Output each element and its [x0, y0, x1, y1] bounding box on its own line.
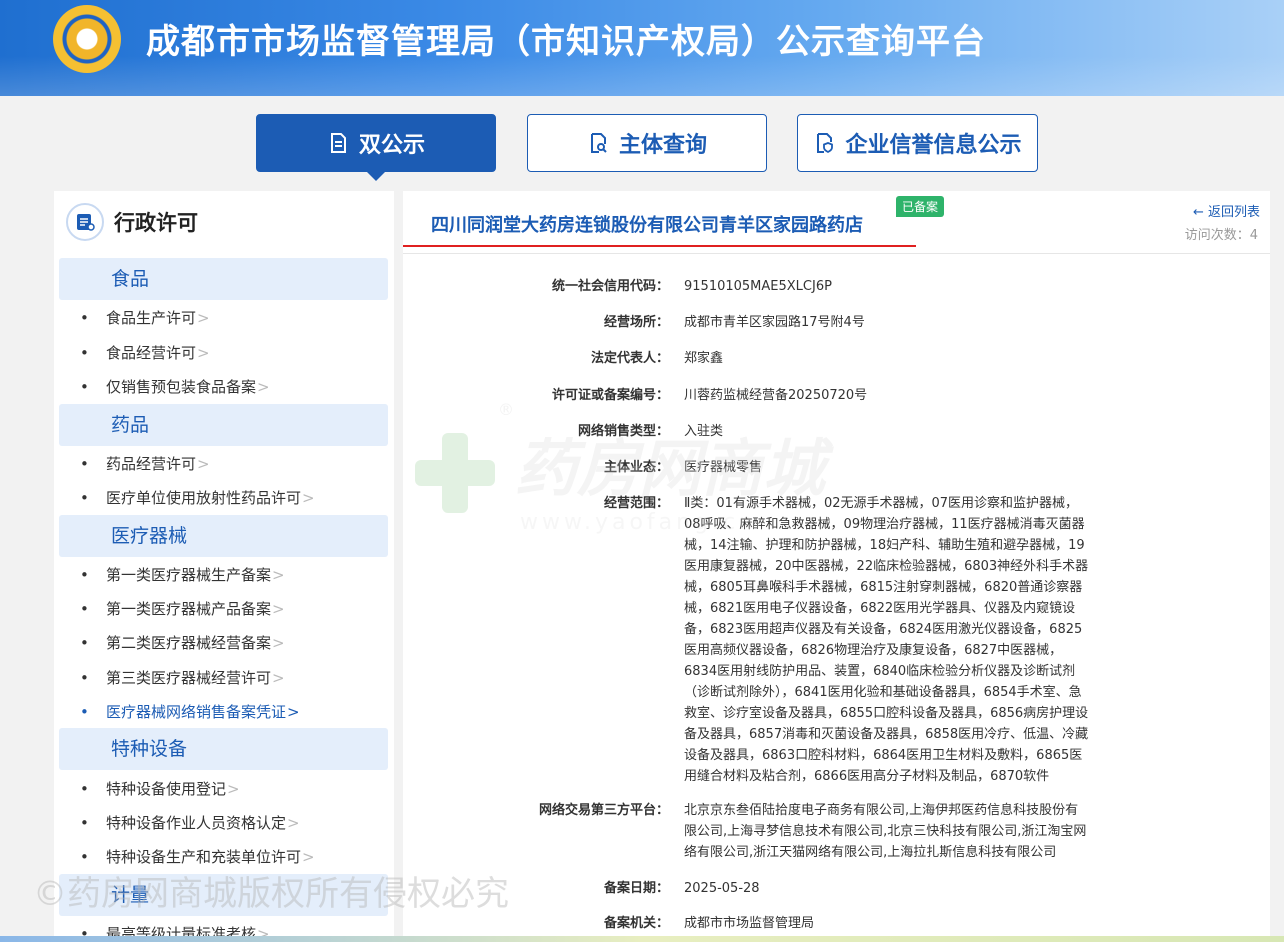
header-banner: 成都市市场监督管理局（市知识产权局）公示查询平台 — [0, 0, 1284, 96]
tab-entity-search[interactable]: 主体查询 — [527, 114, 767, 172]
detail-panel: 四川同润堂大药房连锁股份有限公司青羊区家园路药店 已备案 ← 返回列表 访问次数… — [403, 191, 1270, 942]
tab-label: 主体查询 — [618, 133, 707, 158]
field-value: 成都市青羊区家园路17号附4号 — [684, 315, 865, 330]
field-label: 经营场所： — [603, 315, 669, 330]
field-label: 备案日期： — [603, 881, 669, 896]
sidebar-category-drug[interactable]: 药品 — [59, 404, 388, 446]
field-value: 成都市市场监督管理局 — [684, 916, 815, 931]
city-logo-icon — [53, 5, 121, 73]
field-value: 郑家鑫 — [684, 351, 724, 366]
tab-label: 双公示 — [358, 133, 425, 158]
sidebar-item-radioactive-drug[interactable]: 医疗单位使用放射性药品许可> — [80, 488, 315, 508]
sidebar-item-class3-license[interactable]: 第三类医疗器械经营许可> — [80, 668, 285, 688]
field-label: 备案机关： — [603, 916, 669, 931]
sidebar-category-food[interactable]: 食品 — [59, 258, 388, 300]
field-value: 医疗器械零售 — [684, 460, 763, 475]
sidebar-item-food-business[interactable]: 食品经营许可> — [80, 343, 210, 363]
field-value: 川蓉药监械经营备20250720号 — [684, 388, 868, 403]
bottom-strip — [0, 936, 1284, 942]
document-icon — [330, 133, 346, 153]
field-value: 2025-05-28 — [684, 881, 760, 896]
field-value: 91510105MAE5XLCJ6P — [684, 279, 832, 294]
sidebar-item-production-filling-license[interactable]: 特种设备生产和充装单位许可> — [80, 847, 315, 867]
tab-credit-info[interactable]: 企业信誉信息公示 — [797, 114, 1038, 172]
sidebar-item-prepackaged-food[interactable]: 仅销售预包装食品备案> — [80, 377, 270, 397]
sidebar-category-metrology[interactable]: 计量 — [59, 874, 388, 916]
field-label: 许可证或备案编号： — [551, 388, 669, 403]
field-label: 主体业态： — [603, 460, 669, 475]
company-name: 四川同润堂大药房连锁股份有限公司青羊区家园路药店 — [431, 215, 863, 236]
field-label: 网络销售类型： — [577, 424, 669, 439]
sidebar-header: 行政许可 — [66, 203, 198, 241]
sidebar-item-operator-qualification[interactable]: 特种设备作业人员资格认定> — [80, 813, 300, 833]
title-underline — [403, 245, 916, 247]
sidebar: 行政许可 食品 食品生产许可> 食品经营许可> 仅销售预包装食品备案> 药品 药… — [54, 191, 394, 942]
sidebar-item-online-sales-certificate[interactable]: 医疗器械网络销售备案凭证> — [80, 702, 300, 722]
field-value: 入驻类 — [684, 424, 724, 439]
sidebar-item-food-production[interactable]: 食品生产许可> — [80, 308, 210, 328]
sidebar-item-equipment-registration[interactable]: 特种设备使用登记> — [80, 779, 240, 799]
sidebar-title: 行政许可 — [114, 211, 198, 235]
sidebar-item-class1-production[interactable]: 第一类医疗器械生产备案> — [80, 565, 285, 585]
field-value: 北京京东叁佰陆拾度电子商务有限公司,上海伊邦医药信息科技股份有限公司,上海寻梦信… — [684, 803, 1087, 860]
sidebar-item-drug-business[interactable]: 药品经营许可> — [80, 454, 210, 474]
back-to-list-link[interactable]: ← 返回列表 — [1193, 201, 1260, 220]
header-divider — [403, 253, 1270, 254]
visit-count: 访问次数：4 — [1184, 228, 1258, 243]
tab-label: 企业信誉信息公示 — [845, 133, 1022, 158]
field-label: 网络交易第三方平台： — [538, 803, 669, 818]
field-label: 经营范围： — [603, 496, 669, 511]
sidebar-category-special-equipment[interactable]: 特种设备 — [59, 728, 388, 770]
field-label: 统一社会信用代码： — [551, 279, 669, 294]
detail-header: 四川同润堂大药房连锁股份有限公司青羊区家园路药店 已备案 ← 返回列表 访问次数… — [403, 191, 1270, 251]
page-title: 成都市市场监督管理局（市知识产权局）公示查询平台 — [146, 22, 986, 62]
sidebar-item-class1-product[interactable]: 第一类医疗器械产品备案> — [80, 599, 285, 619]
search-document-icon — [590, 133, 607, 153]
tab-double-publicity[interactable]: 双公示 — [256, 114, 496, 181]
field-value: Ⅱ类：01有源手术器械，02无源手术器械，07医用诊察和监护器械，08呼吸、麻醉… — [684, 496, 1089, 784]
license-icon — [66, 203, 104, 241]
field-label: 法定代表人： — [590, 351, 669, 366]
sidebar-category-medical-device[interactable]: 医疗器械 — [59, 515, 388, 557]
shield-document-icon — [817, 133, 834, 154]
status-badge: 已备案 — [896, 196, 945, 217]
sidebar-item-class2-business[interactable]: 第二类医疗器械经营备案> — [80, 633, 285, 653]
